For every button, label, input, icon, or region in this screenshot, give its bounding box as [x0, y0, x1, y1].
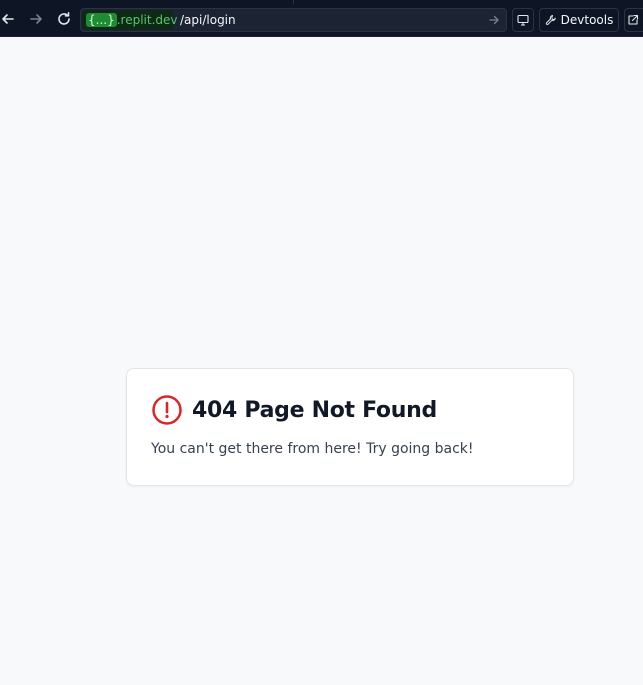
url-bar[interactable]: {...} .replit.dev /api/login [80, 8, 507, 32]
reload-icon [58, 12, 70, 25]
not-found-card: 404 Page Not Found You can't get there f… [126, 368, 574, 486]
page-title: 404 Page Not Found [192, 397, 437, 423]
forward-button[interactable] [26, 9, 46, 29]
external-link-icon [628, 14, 639, 25]
devtools-button[interactable]: Devtools [539, 8, 619, 32]
error-message: You can't get there from here! Try going… [151, 441, 474, 457]
url-host-token: {...} [86, 13, 117, 27]
monitor-icon [517, 14, 529, 26]
card-header: 404 Page Not Found [151, 393, 437, 427]
back-button[interactable] [0, 9, 18, 29]
devtools-label: Devtools [560, 13, 614, 27]
url-path-input[interactable]: /api/login [180, 10, 236, 30]
browser-toolbar: {...} .replit.dev /api/login Devtools [0, 0, 643, 37]
screen-preview-button[interactable] [512, 8, 534, 32]
toolbar-divider [293, 0, 294, 4]
reload-button[interactable] [54, 9, 74, 29]
url-host: {...} .replit.dev [82, 10, 178, 30]
wrench-icon [545, 15, 556, 25]
url-host-suffix: .replit.dev [116, 13, 178, 27]
arrow-right-icon [30, 14, 42, 24]
arrow-left-icon [2, 14, 14, 24]
alert-circle-icon [152, 395, 182, 425]
go-arrow-icon[interactable] [488, 14, 500, 26]
open-external-button[interactable] [624, 8, 643, 32]
